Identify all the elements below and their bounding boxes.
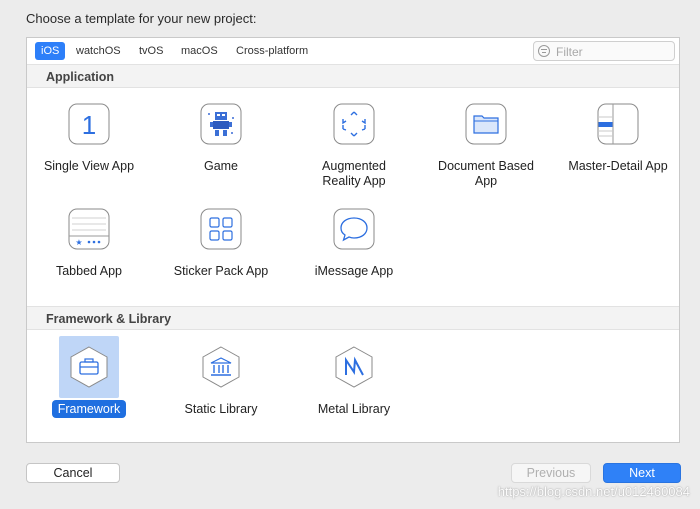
template-label: Single View App <box>43 159 135 173</box>
filter-icon <box>538 45 550 57</box>
tab-watchos[interactable]: watchOS <box>70 42 127 60</box>
imessage-icon <box>333 208 375 250</box>
filter-field[interactable] <box>533 41 675 61</box>
template-label: Framework <box>27 400 151 418</box>
template-label: Game <box>203 159 239 173</box>
framework-icon <box>68 346 110 388</box>
tab-cross-platform[interactable]: Cross-platform <box>230 42 314 60</box>
template-framework[interactable]: Framework <box>27 336 151 418</box>
template-single-view-app[interactable]: 1 Single View App <box>27 103 151 174</box>
template-panel: iOS watchOS tvOS macOS Cross-platform Ap… <box>26 37 680 443</box>
template-label: Augmented Reality App <box>322 159 386 188</box>
tab-ios[interactable]: iOS <box>35 42 66 60</box>
template-imessage-app[interactable]: iMessage App <box>292 208 416 279</box>
augmented-reality-icon <box>333 103 375 145</box>
metal-library-icon <box>333 346 375 388</box>
static-library-icon <box>200 346 242 388</box>
single-view-app-icon: 1 <box>68 103 110 145</box>
template-label: Master-Detail App <box>568 159 668 173</box>
template-static-library[interactable]: Static Library <box>159 346 283 417</box>
tab-tvos[interactable]: tvOS <box>133 42 169 60</box>
section-header-framework: Framework & Library <box>27 306 679 330</box>
tab-macos[interactable]: macOS <box>175 42 224 60</box>
platform-tabbar: iOS watchOS tvOS macOS Cross-platform <box>27 38 679 65</box>
template-tabbed-app[interactable]: ★ Tabbed App <box>27 208 151 279</box>
cancel-button[interactable]: Cancel <box>26 463 120 483</box>
template-metal-library[interactable]: Metal Library <box>292 346 416 417</box>
sticker-pack-icon <box>200 208 242 250</box>
template-label: Sticker Pack App <box>173 264 269 278</box>
template-label: iMessage App <box>314 264 394 278</box>
tabbed-app-icon: ★ <box>68 208 110 250</box>
template-augmented-reality-app[interactable]: Augmented Reality App <box>292 103 416 189</box>
svg-text:★: ★ <box>75 238 82 247</box>
document-based-icon <box>465 103 507 145</box>
template-label: Metal Library <box>317 402 391 416</box>
next-button[interactable]: Next <box>603 463 681 483</box>
master-detail-icon <box>597 103 639 145</box>
watermark: https://blog.csdn.net/u012460084 <box>497 484 690 499</box>
template-label: Tabbed App <box>55 264 123 278</box>
template-label: Document Based App <box>438 159 534 188</box>
template-game[interactable]: Game <box>159 103 283 174</box>
game-icon <box>200 103 242 145</box>
template-sticker-pack-app[interactable]: Sticker Pack App <box>159 208 283 279</box>
previous-button[interactable]: Previous <box>511 463 591 483</box>
template-label: Static Library <box>184 402 258 416</box>
template-document-based-app[interactable]: Document Based App <box>424 103 548 189</box>
window-title: Choose a template for your new project: <box>26 11 257 26</box>
svg-text:1: 1 <box>82 110 96 140</box>
filter-input[interactable] <box>554 43 668 61</box>
section-header-application: Application <box>27 64 679 88</box>
template-master-detail-app[interactable]: Master-Detail App <box>556 103 680 174</box>
